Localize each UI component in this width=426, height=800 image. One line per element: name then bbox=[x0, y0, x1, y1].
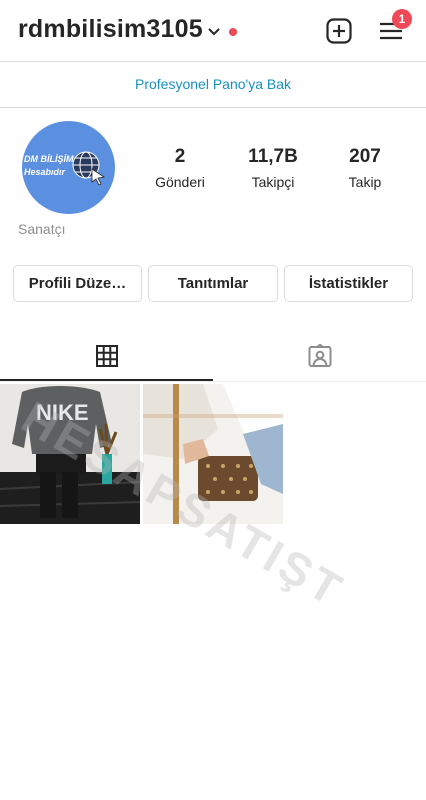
active-tab-indicator bbox=[0, 379, 213, 381]
stat-posts-value: 2 bbox=[174, 146, 186, 167]
post-thumbnail-2[interactable] bbox=[143, 384, 283, 524]
svg-text:NIKE: NIKE bbox=[36, 400, 89, 425]
unread-dot bbox=[229, 28, 237, 36]
tagged-user-icon bbox=[308, 344, 331, 367]
avatar-caption: DM BİLİŞİM Hesabıdır bbox=[24, 154, 74, 177]
profile-category: Sanatçı bbox=[18, 221, 66, 237]
stat-following-label: Takip bbox=[348, 174, 382, 190]
woman-monogram-clutch-photo bbox=[143, 384, 283, 524]
professional-dashboard-link[interactable]: Profesyonel Pano'ya Bak bbox=[0, 62, 426, 107]
post-thumbnail-1[interactable]: NIKE bbox=[0, 384, 140, 524]
tab-posts-grid[interactable] bbox=[0, 330, 213, 382]
notification-badge: 1 bbox=[392, 9, 412, 29]
tab-tagged[interactable] bbox=[213, 330, 426, 382]
stat-followers[interactable]: 11,7B Takipçi bbox=[233, 146, 313, 190]
avatar[interactable]: DM BİLİŞİM Hesabıdır bbox=[22, 121, 115, 214]
username-title[interactable]: rdmbilisim3105 bbox=[18, 15, 203, 44]
stat-following-value: 207 bbox=[349, 146, 381, 167]
man-nike-sweater-photo: NIKE bbox=[0, 384, 140, 524]
promotions-button[interactable]: Tanıtımlar bbox=[148, 265, 278, 302]
insights-button[interactable]: İstatistikler bbox=[284, 265, 413, 302]
chevron-down-icon[interactable] bbox=[207, 25, 221, 39]
stat-followers-label: Takipçi bbox=[251, 174, 295, 190]
stat-posts-label: Gönderi bbox=[155, 174, 205, 190]
stat-followers-value: 11,7B bbox=[248, 146, 298, 167]
stat-posts[interactable]: 2 Gönderi bbox=[140, 146, 220, 190]
profile-header: rdmbilisim3105 1 bbox=[0, 0, 426, 62]
globe-icon bbox=[72, 151, 106, 185]
plus-square-icon[interactable] bbox=[326, 18, 352, 44]
tabs-separator bbox=[0, 381, 426, 382]
grid-icon bbox=[95, 345, 118, 367]
section-divider bbox=[0, 107, 426, 108]
edit-profile-button[interactable]: Profili Düze… bbox=[13, 265, 142, 302]
stat-following[interactable]: 207 Takip bbox=[325, 146, 405, 190]
